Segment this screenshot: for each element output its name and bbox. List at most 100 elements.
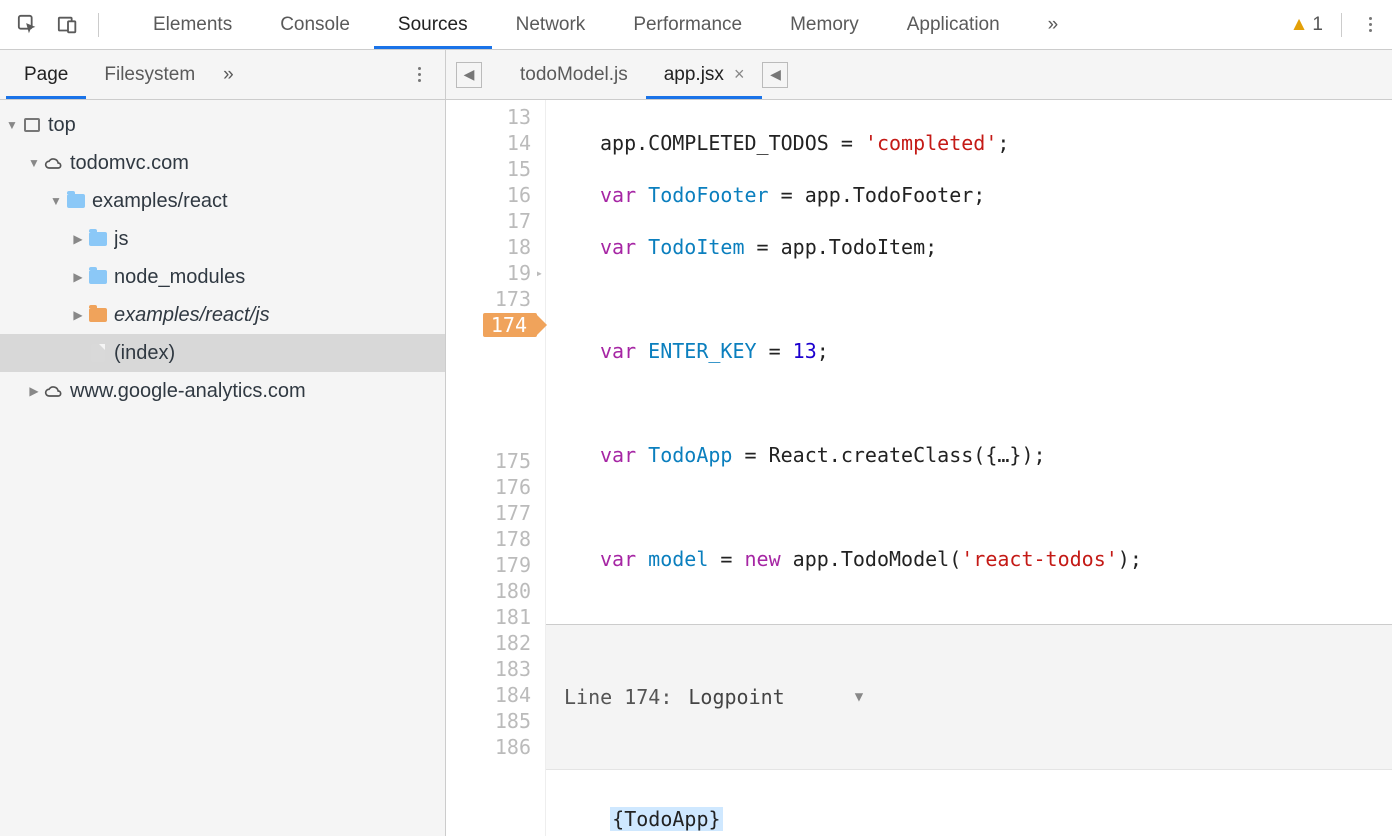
navigator-tabs: Page Filesystem »: [0, 50, 445, 100]
disclosure-icon: ▶: [70, 308, 86, 322]
code-line: app.COMPLETED_TODOS = 'completed';: [600, 130, 1392, 156]
navigator-pane: Page Filesystem » ▼ top ▼ todomvc.com ▼ …: [0, 50, 446, 836]
tab-elements[interactable]: Elements: [129, 0, 256, 49]
cloud-icon: [44, 153, 64, 173]
tree-item-node-modules[interactable]: ▶ node_modules: [0, 258, 445, 296]
logpoint-type-select[interactable]: Logpoint ▼: [688, 684, 863, 710]
line-number[interactable]: 176: [446, 474, 531, 500]
editor-tab-app[interactable]: app.jsx ×: [646, 50, 763, 99]
logpoint-type-value: Logpoint: [688, 684, 784, 710]
divider: [98, 13, 99, 37]
tab-label: Filesystem: [104, 64, 195, 86]
document-icon: [88, 343, 108, 363]
tab-memory[interactable]: Memory: [766, 0, 883, 49]
logpoint-header: Line 174: Logpoint ▼: [546, 677, 1392, 717]
tab-label: Performance: [633, 14, 742, 36]
frame-icon: [22, 115, 42, 135]
folder-icon: [88, 229, 108, 249]
show-debugger-icon[interactable]: ◀: [762, 62, 788, 88]
tree-item-folder[interactable]: ▼ examples/react: [0, 182, 445, 220]
close-icon[interactable]: ×: [734, 64, 745, 85]
line-number[interactable]: 17: [446, 208, 531, 234]
line-number[interactable]: 13: [446, 104, 531, 130]
tree-item-mapped[interactable]: ▶ examples/react/js: [0, 296, 445, 334]
line-number[interactable]: 178: [446, 526, 531, 552]
divider: [1341, 13, 1342, 37]
tree-item-top[interactable]: ▼ top: [0, 106, 445, 144]
editor-tab-todomodel[interactable]: todoModel.js: [502, 50, 646, 99]
tree-label: node_modules: [114, 266, 245, 289]
chevron-down-icon: ▼: [855, 684, 863, 710]
code-line: var ENTER_KEY = 13;: [600, 338, 1392, 364]
tree-item-domain[interactable]: ▼ todomvc.com: [0, 144, 445, 182]
line-number[interactable]: 185: [446, 708, 531, 734]
line-number[interactable]: 183: [446, 656, 531, 682]
tab-network[interactable]: Network: [492, 0, 610, 49]
line-gutter[interactable]: 13 14 15 16 17 18 19 173 174 175 176 177…: [446, 100, 546, 836]
tree-label: examples/react/js: [114, 304, 270, 327]
tree-item-ga[interactable]: ▶ www.google-analytics.com: [0, 372, 445, 410]
warning-icon: ▲: [1290, 14, 1309, 36]
line-number[interactable]: 180: [446, 578, 531, 604]
code-editor[interactable]: 13 14 15 16 17 18 19 173 174 175 176 177…: [446, 100, 1392, 836]
code-line: [600, 286, 1392, 312]
code-line: var model = new app.TodoModel('react-tod…: [600, 546, 1392, 572]
tabs-overflow[interactable]: »: [213, 50, 244, 99]
line-number[interactable]: 16: [446, 182, 531, 208]
tab-application[interactable]: Application: [883, 0, 1024, 49]
devtools-top-tabs: Elements Console Sources Network Perform…: [0, 0, 1392, 50]
folder-icon: [88, 267, 108, 287]
logpoint-input[interactable]: {TodoApp}: [546, 769, 1392, 836]
line-number[interactable]: 18: [446, 234, 531, 260]
file-tree: ▼ top ▼ todomvc.com ▼ examples/react ▶ j…: [0, 100, 445, 416]
chevron-right-icon: »: [1048, 14, 1059, 36]
code-line: [600, 494, 1392, 520]
warning-count[interactable]: ▲ 1: [1290, 14, 1323, 36]
tab-console[interactable]: Console: [256, 0, 374, 49]
tab-sources[interactable]: Sources: [374, 0, 492, 49]
line-number[interactable]: 181: [446, 604, 531, 630]
code-line: var TodoItem = app.TodoItem;: [600, 234, 1392, 260]
disclosure-icon: ▼: [26, 156, 42, 170]
code-content[interactable]: app.COMPLETED_TODOS = 'completed'; var T…: [546, 100, 1392, 836]
chevron-right-icon: »: [223, 64, 234, 86]
disclosure-icon: ▼: [48, 194, 64, 208]
tab-page[interactable]: Page: [6, 50, 86, 99]
folder-icon: [88, 305, 108, 325]
tabs-overflow[interactable]: »: [1024, 0, 1083, 49]
tab-label: Page: [24, 64, 68, 86]
line-number[interactable]: 173: [446, 286, 531, 312]
line-number[interactable]: 184: [446, 682, 531, 708]
tab-label: Console: [280, 14, 350, 36]
panel-tabs: Elements Console Sources Network Perform…: [129, 0, 1082, 49]
tree-label: todomvc.com: [70, 152, 189, 175]
tree-label: (index): [114, 342, 175, 365]
tree-label: www.google-analytics.com: [70, 380, 306, 403]
line-number[interactable]: 15: [446, 156, 531, 182]
line-number[interactable]: 14: [446, 130, 531, 156]
line-number[interactable]: 177: [446, 500, 531, 526]
editor-tabs: ◀ todoModel.js app.jsx × ◀: [446, 50, 1392, 100]
tree-item-js[interactable]: ▶ js: [0, 220, 445, 258]
nav-prev-icon[interactable]: ◀: [456, 62, 482, 88]
select-element-icon[interactable]: [12, 9, 44, 41]
line-number[interactable]: 182: [446, 630, 531, 656]
code-line: [600, 390, 1392, 416]
disclosure-icon: ▶: [70, 232, 86, 246]
code-line: var TodoFooter = app.TodoFooter;: [600, 182, 1392, 208]
tab-label: Memory: [790, 14, 859, 36]
line-number[interactable]: 186: [446, 734, 531, 760]
more-menu-icon[interactable]: [409, 67, 429, 82]
line-number[interactable]: 179: [446, 552, 531, 578]
tab-performance[interactable]: Performance: [609, 0, 766, 49]
logpoint-marker[interactable]: 174: [446, 312, 531, 338]
cloud-icon: [44, 381, 64, 401]
line-number[interactable]: 19: [446, 260, 531, 286]
tab-label: todoModel.js: [520, 64, 628, 86]
tree-item-index[interactable]: (index): [0, 334, 445, 372]
device-toggle-icon[interactable]: [52, 9, 84, 41]
tab-filesystem[interactable]: Filesystem: [86, 50, 213, 99]
disclosure-icon: ▶: [26, 384, 42, 398]
line-number[interactable]: 175: [446, 448, 531, 474]
more-menu-icon[interactable]: [1360, 17, 1380, 32]
